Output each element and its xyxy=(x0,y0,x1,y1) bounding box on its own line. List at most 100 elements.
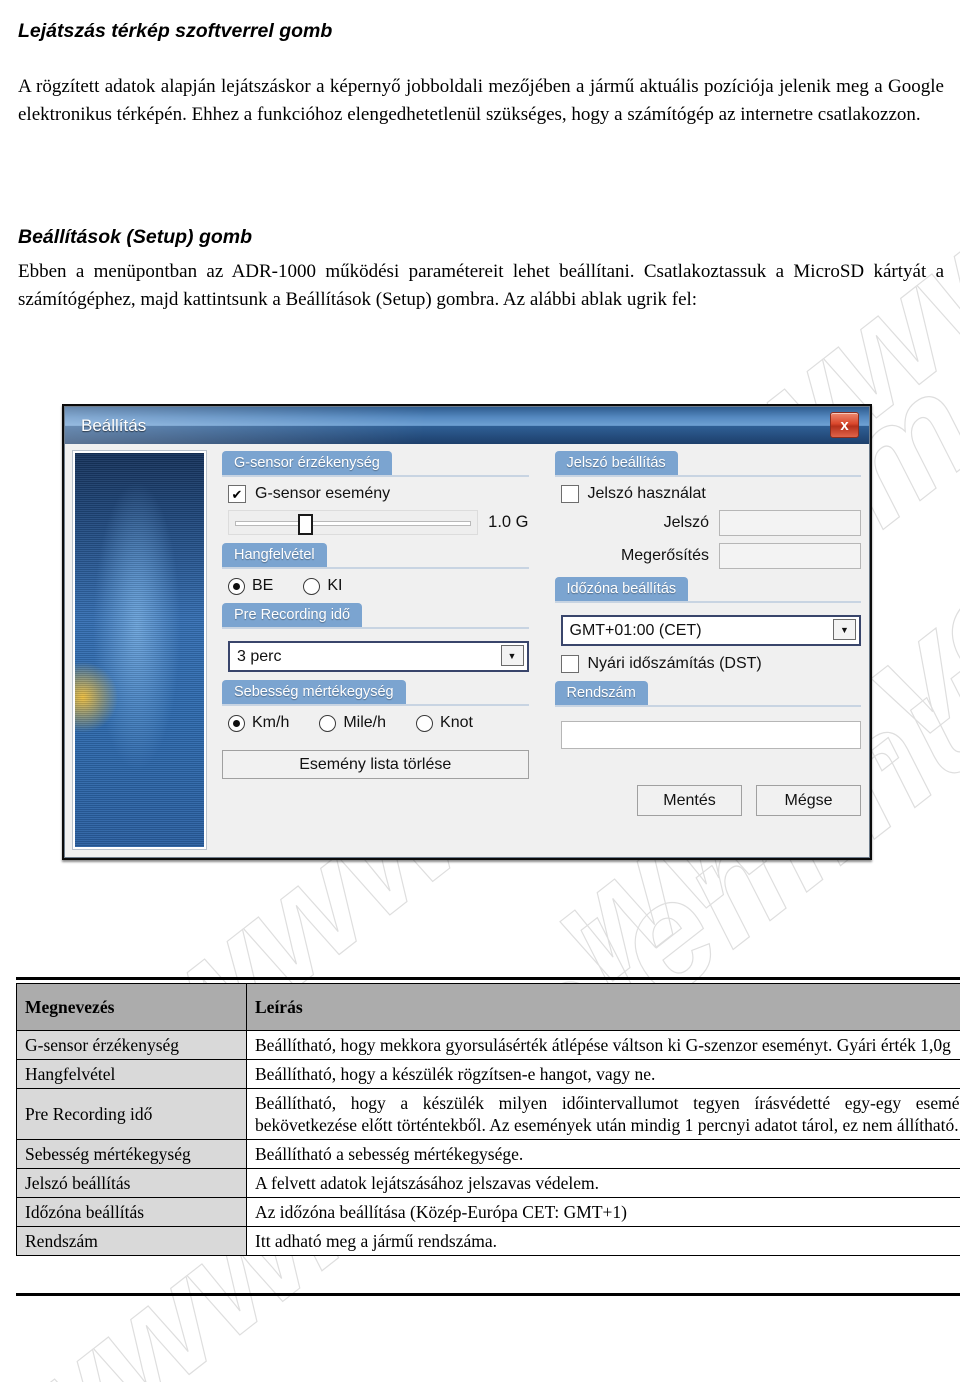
spec-table-wrap: Megnevezés Leírás G-sensor érzékenység B… xyxy=(16,983,960,1257)
radio-audio-off-label: KI xyxy=(327,577,343,594)
clear-event-list-button[interactable]: Esemény lista törlése xyxy=(222,750,529,779)
checkbox-use-password-row[interactable]: Jelszó használat xyxy=(560,485,862,503)
audio-radio-group: BE KI xyxy=(228,577,529,595)
dropdown-pre-recording[interactable]: 3 perc ▼ xyxy=(228,641,529,672)
section-body-setup: Ebben a menüpontban az ADR-1000 működési… xyxy=(18,261,944,310)
gsensor-slider-row[interactable]: 1.0 G xyxy=(228,510,529,535)
table-cell-desc: Az időzóna beállítása (Közép-Európa CET:… xyxy=(246,1197,960,1228)
password-field-row: Jelszó xyxy=(561,510,861,536)
password-input[interactable] xyxy=(719,510,861,536)
radio-mileh[interactable]: Mile/h xyxy=(319,714,386,732)
section-title-setup: Beállítások (Setup) gomb xyxy=(18,226,253,248)
table-header-desc: Leírás xyxy=(246,983,960,1031)
table-row: Pre Recording idő Beállítható, hogy a ké… xyxy=(16,1088,960,1141)
checkbox-use-password[interactable] xyxy=(560,485,579,503)
group-label-audio: Hangfelvétel xyxy=(222,543,327,567)
group-rule xyxy=(222,704,529,706)
gsensor-sensitivity-slider[interactable] xyxy=(228,510,479,535)
dropdown-timezone-value: GMT+01:00 (CET) xyxy=(569,621,702,639)
radio-audio-off[interactable]: KI xyxy=(303,577,342,595)
slider-track xyxy=(235,521,472,526)
speed-unit-radio-group: Km/h Mile/h Knot xyxy=(228,714,529,732)
table-row: Jelszó beállítás A felvett adatok lejáts… xyxy=(16,1168,960,1199)
group-label-pre-recording: Pre Recording idő xyxy=(222,603,363,627)
table-cell-name: Hangfelvétel xyxy=(16,1059,247,1090)
table-cell-name: Időzóna beállítás xyxy=(16,1197,247,1228)
table-bottom-rule xyxy=(16,1293,960,1296)
table-cell-name: Pre Recording idő xyxy=(16,1088,247,1141)
radio-audio-on[interactable]: BE xyxy=(228,577,273,595)
checkbox-dst-label: Nyári időszámítás (DST) xyxy=(587,655,762,672)
spec-table: Megnevezés Leírás G-sensor érzékenység B… xyxy=(16,983,960,1257)
group-label-speed-unit: Sebesség mértékegység xyxy=(222,680,406,704)
group-plate: Rendszám xyxy=(554,681,861,755)
table-cell-name: Rendszám xyxy=(16,1226,247,1257)
radio-audio-off-dot[interactable] xyxy=(303,577,321,595)
password-label: Jelszó xyxy=(663,514,709,531)
table-row: Rendszám Itt adható meg a jármű rendszám… xyxy=(16,1226,960,1257)
group-rule xyxy=(222,567,529,569)
group-audio: Hangfelvétel BE KI xyxy=(222,543,529,601)
gsensor-slider-value: 1.0 G xyxy=(488,513,529,531)
table-cell-desc: Beállítható, hogy a készülék milyen idői… xyxy=(246,1088,960,1141)
settings-dialog: Beállítás x G-sensor érzékenység ✔ G-sen… xyxy=(62,404,872,860)
table-header-row: Megnevezés Leírás xyxy=(16,983,960,1031)
table-cell-desc: Beállítható, hogy a készülék rögzítsen-e… xyxy=(246,1059,960,1090)
confirm-password-label: Megerősítés xyxy=(620,547,709,564)
close-icon[interactable]: x xyxy=(830,412,859,438)
dialog-action-buttons: Mentés Mégse xyxy=(555,785,861,816)
group-label-gsensor: G-sensor érzékenység xyxy=(222,451,392,475)
checkbox-gsensor-event-label: G-sensor esemény xyxy=(255,485,391,502)
checkbox-dst-row[interactable]: Nyári időszámítás (DST) xyxy=(560,655,862,673)
group-label-password: Jelszó beállítás xyxy=(554,451,678,475)
table-row: Időzóna beállítás Az időzóna beállítása … xyxy=(16,1197,960,1228)
slider-thumb[interactable] xyxy=(298,514,314,535)
group-label-timezone: Időzóna beállítás xyxy=(554,577,689,601)
radio-kmh-dot[interactable] xyxy=(228,714,245,732)
table-row: Sebesség mértékegység Beállítható a sebe… xyxy=(16,1139,960,1170)
table-row: Hangfelvétel Beállítható, hogy a készülé… xyxy=(16,1059,960,1090)
confirm-field-row: Megerősítés xyxy=(561,543,861,569)
table-row: G-sensor érzékenység Beállítható, hogy m… xyxy=(16,1029,960,1061)
table-cell-desc: Itt adható meg a jármű rendszáma. xyxy=(246,1226,960,1257)
dialog-titlebar: Beállítás x xyxy=(65,407,869,444)
checkbox-gsensor-event[interactable]: ✔ xyxy=(228,485,246,503)
table-header-name: Megnevezés xyxy=(16,983,247,1031)
group-password: Jelszó beállítás Jelszó használat Jelszó xyxy=(554,451,862,575)
group-rule xyxy=(554,475,861,477)
section-body-playback: A rögzített adatok alapján lejátszáskor … xyxy=(18,76,944,125)
cancel-button[interactable]: Mégse xyxy=(756,785,861,816)
group-pre-recording: Pre Recording idő 3 perc ▼ xyxy=(222,603,529,678)
table-top-rule xyxy=(16,977,960,980)
save-button[interactable]: Mentés xyxy=(637,785,742,816)
group-rule xyxy=(554,601,861,603)
group-label-plate: Rendszám xyxy=(554,681,648,705)
dialog-right-column: Jelszó beállítás Jelszó használat Jelszó xyxy=(554,451,862,849)
table-cell-desc: Beállítható a sebesség mértékegysége. xyxy=(246,1139,960,1170)
radio-audio-on-dot[interactable] xyxy=(228,577,245,595)
table-cell-name: Sebesség mértékegység xyxy=(16,1139,247,1170)
chevron-down-icon[interactable]: ▼ xyxy=(500,645,524,666)
group-rule xyxy=(554,705,861,707)
group-gsensor: G-sensor érzékenység ✔ G-sensor esemény xyxy=(222,451,529,541)
dialog-left-column: G-sensor érzékenység ✔ G-sensor esemény xyxy=(222,451,529,849)
radio-mileh-dot[interactable] xyxy=(319,714,337,732)
dialog-banner-image xyxy=(72,450,207,850)
chevron-down-icon[interactable]: ▼ xyxy=(833,619,856,640)
group-rule xyxy=(222,627,529,629)
checkbox-dst[interactable] xyxy=(560,655,579,673)
confirm-password-input[interactable] xyxy=(719,543,861,569)
dialog-title: Beállítás xyxy=(81,415,147,435)
radio-knot-dot[interactable] xyxy=(416,714,434,732)
table-cell-desc: Beállítható, hogy mekkora gyorsulásérték… xyxy=(246,1029,960,1061)
dropdown-timezone[interactable]: GMT+01:00 (CET) ▼ xyxy=(560,615,861,646)
section-title-playback: Lejátszás térkép szoftverrel gomb xyxy=(18,20,333,42)
radio-audio-on-label: BE xyxy=(252,577,274,594)
radio-knot[interactable]: Knot xyxy=(416,714,473,732)
table-cell-name: Jelszó beállítás xyxy=(16,1168,247,1199)
radio-kmh[interactable]: Km/h xyxy=(228,714,289,732)
checkbox-gsensor-event-row[interactable]: ✔ G-sensor esemény xyxy=(228,485,529,503)
plate-input[interactable] xyxy=(560,721,861,749)
radio-mileh-label: Mile/h xyxy=(343,714,387,731)
table-cell-desc: A felvett adatok lejátszásához jelszavas… xyxy=(246,1168,960,1199)
